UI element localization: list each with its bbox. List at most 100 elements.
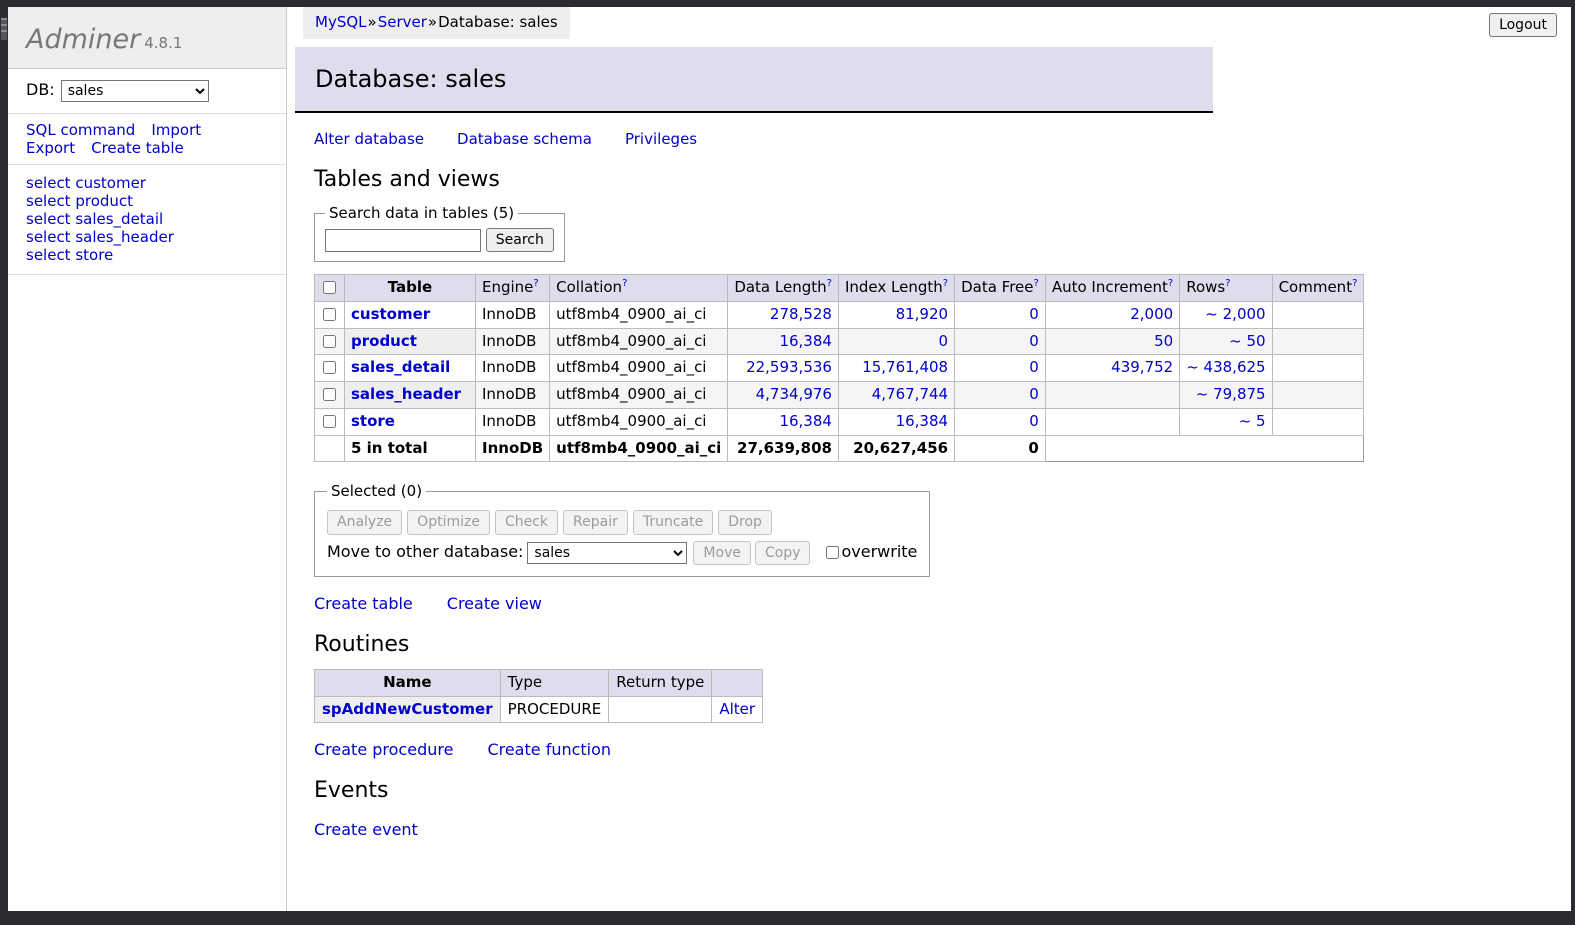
table-total-row: 5 in total InnoDB utf8mb4_0900_ai_ci 27,… <box>314 434 1364 463</box>
help-icon-data-length[interactable]: ? <box>827 278 832 289</box>
privileges-link[interactable]: Privileges <box>625 130 697 148</box>
move-button[interactable]: Move <box>693 540 751 565</box>
logout-button[interactable]: Logout <box>1489 13 1557 38</box>
rows-link[interactable]: ~ 79,875 <box>1196 385 1266 403</box>
data-length-link[interactable]: 278,528 <box>770 305 832 323</box>
data-free-link[interactable]: 0 <box>1029 385 1039 403</box>
data-free-link[interactable]: 0 <box>1029 412 1039 430</box>
check-button[interactable]: Check <box>494 510 559 535</box>
move-database-select[interactable]: sales <box>527 541 688 564</box>
alter-routine-link[interactable]: Alter <box>719 700 755 718</box>
row-checkbox[interactable] <box>323 361 336 375</box>
help-icon-rows[interactable]: ? <box>1225 278 1230 289</box>
breadcrumb-link-server[interactable]: Server <box>378 13 427 31</box>
import-link[interactable]: Import <box>151 121 201 139</box>
sidebar-select-sales-header[interactable]: select sales_header <box>26 228 286 246</box>
index-length-link[interactable]: 0 <box>939 332 949 350</box>
auto-increment-link[interactable]: 50 <box>1154 332 1173 350</box>
truncate-button[interactable]: Truncate <box>632 510 714 535</box>
data-free-link[interactable]: 0 <box>1029 358 1039 376</box>
rows-link[interactable]: ~ 5 <box>1239 412 1266 430</box>
search-input[interactable] <box>325 228 481 252</box>
create-table-link[interactable]: Create table <box>314 594 413 613</box>
comment-cell <box>1271 407 1365 436</box>
window-resize-grip[interactable] <box>1 18 7 40</box>
select-all-checkbox[interactable] <box>323 281 336 295</box>
index-length-link[interactable]: 81,920 <box>896 305 949 323</box>
export-link[interactable]: Export <box>26 139 75 157</box>
data-length-link[interactable]: 16,384 <box>779 412 832 430</box>
sidebar-select-sales-detail[interactable]: select sales_detail <box>26 210 286 228</box>
data-free-cell: 0 <box>954 300 1046 329</box>
create-view-link[interactable]: Create view <box>447 594 542 613</box>
data-free-link[interactable]: 0 <box>1029 332 1039 350</box>
data-free-link[interactable]: 0 <box>1029 305 1039 323</box>
rows-link[interactable]: ~ 2,000 <box>1205 305 1265 323</box>
help-icon-auto-increment[interactable]: ? <box>1168 278 1173 289</box>
copy-button[interactable]: Copy <box>754 540 811 565</box>
repair-button[interactable]: Repair <box>563 510 628 535</box>
index-length-link[interactable]: 15,761,408 <box>862 358 948 376</box>
create-table-link-sidebar[interactable]: Create table <box>91 139 184 157</box>
table-link-sales-header[interactable]: sales_header <box>351 385 461 403</box>
data-length-link[interactable]: 4,734,976 <box>756 385 832 403</box>
table-link-product[interactable]: product <box>351 332 417 350</box>
table-link-customer[interactable]: customer <box>351 305 430 323</box>
create-links-row: Create table Create view <box>314 594 1565 613</box>
comment-cell <box>1271 300 1365 329</box>
data-length-link[interactable]: 16,384 <box>779 332 832 350</box>
index-length-link[interactable]: 16,384 <box>896 412 949 430</box>
create-event-link[interactable]: Create event <box>314 820 418 839</box>
help-icon-collation[interactable]: ? <box>622 278 627 289</box>
row-checkbox-cell <box>314 300 345 329</box>
auto-increment-link[interactable]: 439,752 <box>1111 358 1173 376</box>
header-collation: Collation? <box>549 274 729 302</box>
db-select[interactable]: sales <box>60 80 209 102</box>
browser-window-frame: MySQL»Server»Database: sales Logout Admi… <box>0 0 1575 925</box>
data-length-link[interactable]: 22,593,536 <box>746 358 832 376</box>
sql-command-link[interactable]: SQL command <box>26 121 135 139</box>
help-icon-comment[interactable]: ? <box>1352 278 1357 289</box>
events-heading: Events <box>314 778 389 804</box>
help-icon-index-length[interactable]: ? <box>943 278 948 289</box>
db-selector-block: DB: sales <box>8 69 286 114</box>
header-rows: Rows? <box>1179 274 1273 302</box>
rows-link[interactable]: ~ 50 <box>1229 332 1265 350</box>
breadcrumb-separator-1: » <box>367 13 377 31</box>
auto-increment-cell: 50 <box>1044 327 1181 356</box>
routine-link-spaddnewcustomer[interactable]: spAddNewCustomer <box>322 700 493 718</box>
index-length-link[interactable]: 4,767,744 <box>872 385 948 403</box>
alter-database-link[interactable]: Alter database <box>314 130 424 148</box>
row-checkbox[interactable] <box>323 414 336 428</box>
table-name-cell: product <box>344 327 476 356</box>
table-link-store[interactable]: store <box>351 412 395 430</box>
breadcrumb-link-mysql[interactable]: MySQL <box>315 13 367 31</box>
index-length-cell: 16,384 <box>837 407 956 436</box>
optimize-button[interactable]: Optimize <box>407 510 490 535</box>
create-function-link[interactable]: Create function <box>487 740 611 759</box>
rows-link[interactable]: ~ 438,625 <box>1186 358 1265 376</box>
sidebar-select-customer[interactable]: select customer <box>26 174 286 192</box>
table-row: sales_detail InnoDB utf8mb4_0900_ai_ci 2… <box>314 354 1365 383</box>
table-link-sales-detail[interactable]: sales_detail <box>351 358 450 376</box>
header-data-free-label: Data Free <box>961 278 1034 297</box>
drop-button[interactable]: Drop <box>718 510 772 535</box>
table-row: product InnoDB utf8mb4_0900_ai_ci 16,384… <box>314 327 1365 356</box>
create-procedure-link[interactable]: Create procedure <box>314 740 453 759</box>
database-schema-link[interactable]: Database schema <box>457 130 592 148</box>
row-checkbox[interactable] <box>323 334 336 348</box>
search-button[interactable]: Search <box>485 228 554 253</box>
overwrite-checkbox[interactable] <box>826 545 840 559</box>
help-icon-engine[interactable]: ? <box>533 278 538 289</box>
auto-increment-link[interactable]: 2,000 <box>1130 305 1173 323</box>
adminer-logo[interactable]: Adminer 4.8.1 <box>8 7 286 69</box>
total-index-length-cell: 20,627,456 <box>837 434 956 463</box>
table-name-cell: store <box>344 407 476 436</box>
analyze-button[interactable]: Analyze <box>327 510 403 535</box>
row-checkbox[interactable] <box>323 388 336 402</box>
sidebar-select-store[interactable]: select store <box>26 246 286 264</box>
row-checkbox[interactable] <box>323 307 336 321</box>
help-icon-data-free[interactable]: ? <box>1034 278 1039 289</box>
row-checkbox-cell <box>314 327 345 356</box>
sidebar-select-product[interactable]: select product <box>26 192 286 210</box>
